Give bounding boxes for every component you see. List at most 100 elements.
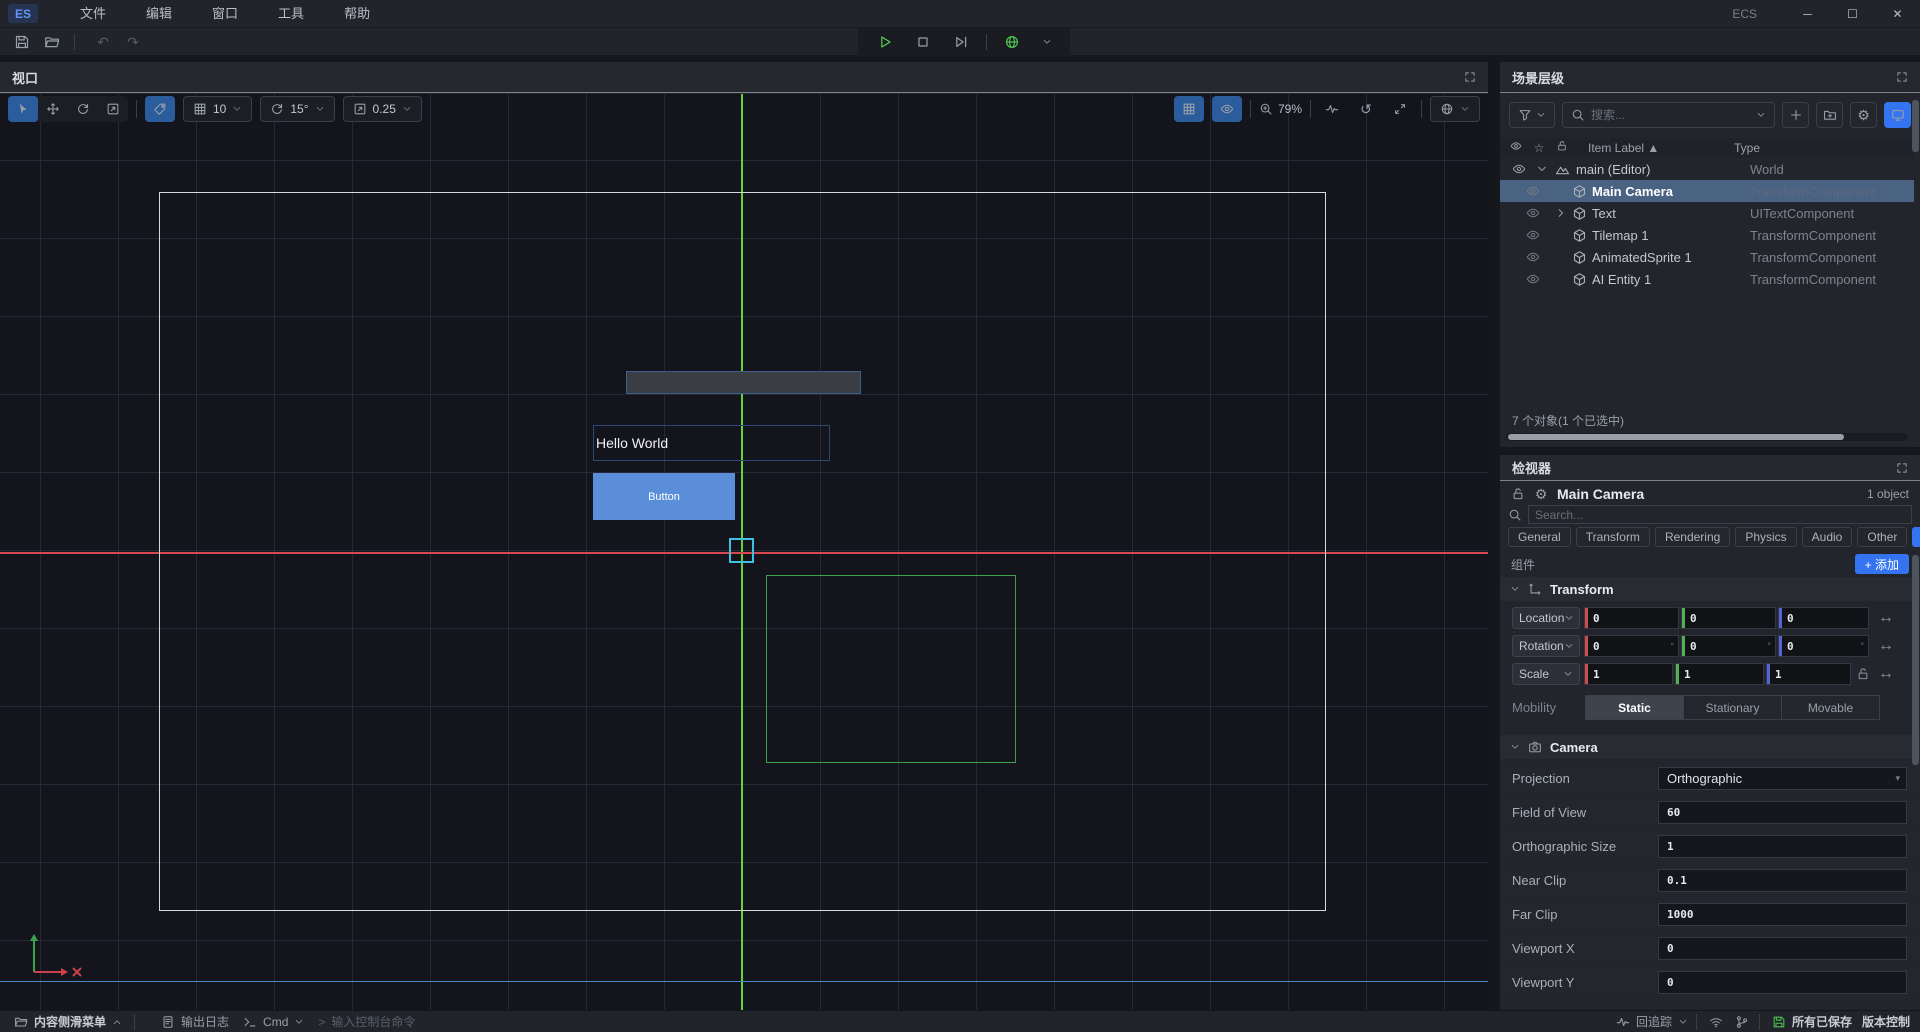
transform-section-header[interactable]: Transform <box>1500 577 1920 601</box>
eye-icon[interactable] <box>1526 250 1540 264</box>
viewport-y-field[interactable] <box>1658 971 1907 994</box>
eye-icon[interactable] <box>1512 162 1526 176</box>
tree-row-animatedsprite[interactable]: AnimatedSprite 1 TransformComponent <box>1500 246 1914 268</box>
mobility-static[interactable]: Static <box>1586 696 1684 719</box>
output-log-button[interactable]: 输出日志 <box>161 1013 229 1030</box>
tree-row-main-camera[interactable]: Main Camera TransformComponent <box>1500 180 1914 202</box>
favorite-column-icon[interactable]: ☆ <box>1531 140 1547 156</box>
lock-icon[interactable] <box>1511 487 1525 501</box>
tree-row-tilemap[interactable]: Tilemap 1 TransformComponent <box>1500 224 1914 246</box>
rotate-tool[interactable] <box>68 96 98 122</box>
grid-snap-dropdown[interactable]: 10 <box>183 96 252 122</box>
field-of-view-field[interactable] <box>1658 801 1907 824</box>
rotation-z-field[interactable]: ° <box>1778 635 1869 657</box>
fit-view-button[interactable] <box>1387 96 1413 122</box>
run-target-chevron-icon[interactable] <box>1042 37 1052 47</box>
close-button[interactable]: ✕ <box>1875 0 1920 27</box>
hierarchy-search-input[interactable] <box>1591 108 1750 122</box>
scale-y-field[interactable] <box>1675 663 1764 685</box>
origin-selection-box[interactable] <box>729 538 754 563</box>
scene-slider-object[interactable] <box>626 371 861 394</box>
tree-row-world[interactable]: main (Editor) World <box>1500 158 1914 180</box>
hierarchy-settings-button[interactable]: ⚙ <box>1850 102 1877 128</box>
rotation-dropdown[interactable]: Rotation <box>1512 635 1580 657</box>
near-clip-field[interactable] <box>1658 869 1907 892</box>
location-y-field[interactable] <box>1681 607 1776 629</box>
step-button[interactable] <box>953 34 969 50</box>
console-input[interactable]: > 输入控制台命令 <box>318 1013 415 1030</box>
scale-link-icon[interactable]: ↔ <box>1878 665 1894 683</box>
rotate-snap-dropdown[interactable]: 15° <box>260 96 334 122</box>
branch-icon[interactable] <box>1735 1015 1749 1029</box>
version-control-button[interactable]: 版本控制 <box>1862 1013 1910 1030</box>
hierarchy-search[interactable] <box>1562 102 1775 128</box>
maximize-button[interactable]: ☐ <box>1830 0 1875 27</box>
add-component-button[interactable]: + 添加 <box>1855 554 1909 574</box>
cmd-dropdown[interactable]: Cmd <box>243 1015 304 1029</box>
play-button[interactable] <box>877 34 893 50</box>
mobility-movable[interactable]: Movable <box>1782 696 1879 719</box>
projection-select[interactable]: Orthographic ▾ <box>1658 767 1907 790</box>
scale-x-field[interactable] <box>1584 663 1673 685</box>
select-tool[interactable] <box>8 96 38 122</box>
rotation-y-field[interactable]: ° <box>1681 635 1776 657</box>
scale-dropdown[interactable]: Scale <box>1512 663 1580 685</box>
tab-general[interactable]: General <box>1508 527 1571 547</box>
far-clip-field[interactable] <box>1658 903 1907 926</box>
scene-text-object[interactable]: Hello World <box>593 425 830 461</box>
app-logo[interactable]: ES <box>8 4 38 23</box>
reset-view-button[interactable]: ↺ <box>1353 96 1379 122</box>
inspector-expand-icon[interactable] <box>1896 462 1908 474</box>
menu-tools[interactable]: 工具 <box>258 0 324 27</box>
add-entity-button[interactable] <box>1782 102 1809 128</box>
tree-row-ai-entity[interactable]: AI Entity 1 TransformComponent <box>1500 268 1914 290</box>
open-folder-icon[interactable] <box>44 34 60 50</box>
scale-lock-icon[interactable] <box>1856 667 1870 681</box>
eye-icon[interactable] <box>1526 272 1540 286</box>
inspector-vscrollbar[interactable] <box>1912 555 1919 995</box>
rotation-x-field[interactable]: ° <box>1584 635 1679 657</box>
view-mode-button[interactable] <box>1884 102 1911 128</box>
filter-button[interactable] <box>1509 102 1555 128</box>
grid-visibility-toggle[interactable] <box>1174 96 1204 122</box>
eye-icon[interactable] <box>1526 184 1540 198</box>
location-link-icon[interactable]: ↔ <box>1878 609 1894 627</box>
eye-icon[interactable] <box>1526 206 1540 220</box>
column-item-label[interactable]: Item Label ▲ <box>1572 141 1734 155</box>
hierarchy-hscrollbar[interactable] <box>1506 433 1908 441</box>
hierarchy-vscrollbar[interactable] <box>1912 100 1919 430</box>
column-type[interactable]: Type <box>1734 141 1760 155</box>
camera-section-header[interactable]: Camera <box>1500 735 1920 759</box>
viewport-expand-icon[interactable] <box>1464 71 1476 83</box>
menu-file[interactable]: 文件 <box>60 0 126 27</box>
run-target-globe-icon[interactable] <box>1004 34 1020 50</box>
save-icon[interactable] <box>14 34 30 50</box>
menu-window[interactable]: 窗口 <box>192 0 258 27</box>
lock-column-icon[interactable] <box>1556 140 1568 152</box>
stop-button[interactable] <box>915 34 931 50</box>
visibility-toggle[interactable] <box>1212 96 1242 122</box>
menu-edit[interactable]: 编辑 <box>126 0 192 27</box>
scale-z-field[interactable] <box>1766 663 1851 685</box>
trace-dropdown[interactable]: 回追踪 <box>1616 1013 1688 1030</box>
scene-button-object[interactable]: Button <box>593 473 735 520</box>
scene-canvas[interactable]: Hello World Button <box>0 94 1488 1010</box>
tab-transform[interactable]: Transform <box>1576 527 1650 547</box>
stats-toggle[interactable] <box>1319 96 1345 122</box>
viewport-x-field[interactable] <box>1658 937 1907 960</box>
tab-audio[interactable]: Audio <box>1802 527 1853 547</box>
chevron-right-icon[interactable] <box>1555 207 1567 219</box>
minimize-button[interactable]: ─ <box>1785 0 1830 27</box>
network-icon[interactable] <box>1709 1015 1723 1029</box>
menu-help[interactable]: 帮助 <box>324 0 390 27</box>
add-folder-button[interactable] <box>1816 102 1843 128</box>
rotation-link-icon[interactable]: ↔ <box>1878 637 1894 655</box>
tab-rendering[interactable]: Rendering <box>1655 527 1730 547</box>
eye-icon[interactable] <box>1526 228 1540 242</box>
hierarchy-expand-icon[interactable] <box>1896 71 1908 83</box>
scale-snap-dropdown[interactable]: 0.25 <box>343 96 422 122</box>
visibility-column-icon[interactable] <box>1510 140 1522 152</box>
content-drawer-button[interactable]: 内容侧滑菜单 <box>14 1013 122 1030</box>
orthographic-size-field[interactable] <box>1658 835 1907 858</box>
move-tool[interactable] <box>38 96 68 122</box>
